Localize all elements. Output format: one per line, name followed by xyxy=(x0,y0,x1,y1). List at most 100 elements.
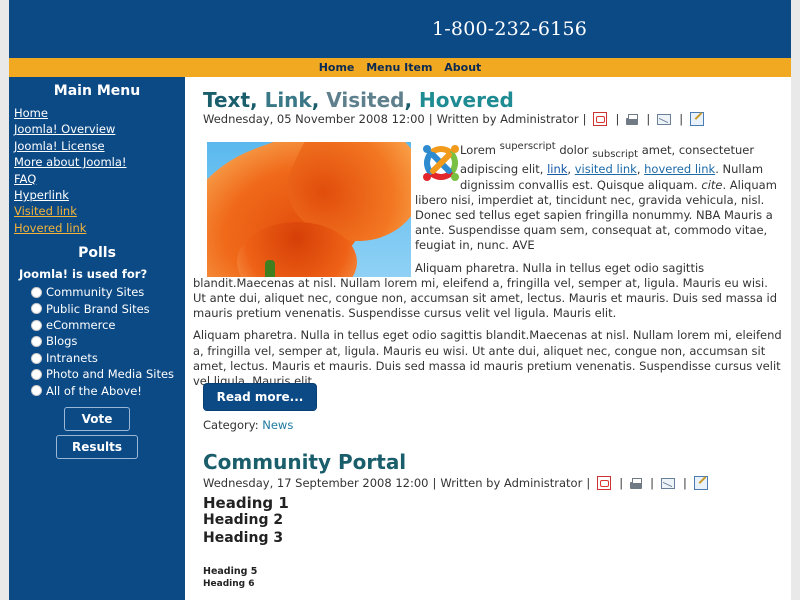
poll-option[interactable]: Blogs xyxy=(31,333,185,349)
article-author: Written by Administrator xyxy=(440,476,583,490)
top-nav: Home Menu Item About xyxy=(9,58,791,77)
radio-button[interactable] xyxy=(31,385,42,397)
poll-option-label: Intranets xyxy=(46,350,98,365)
superscript-text: superscript xyxy=(499,141,556,152)
print-icon[interactable] xyxy=(626,113,639,125)
poll-option[interactable]: Photo and Media Sites xyxy=(31,366,185,382)
menu-link-visited[interactable]: Visited link xyxy=(14,204,77,218)
poll-option[interactable]: eCommerce xyxy=(31,317,185,333)
nav-menu-item[interactable]: Menu Item xyxy=(366,61,432,74)
poll-option-label: Photo and Media Sites xyxy=(46,367,175,382)
page-frame: 1-800-232-6156 Home Menu Item About Main… xyxy=(9,0,791,600)
article-date: Wednesday, 17 September 2008 12:00 xyxy=(203,476,429,490)
vote-button[interactable]: Vote xyxy=(64,407,130,432)
category-link[interactable]: News xyxy=(262,418,293,432)
nav-about[interactable]: About xyxy=(444,61,481,74)
email-icon[interactable] xyxy=(660,477,675,489)
title-part-visited: Visited xyxy=(326,88,405,112)
meta-separator: | xyxy=(619,476,624,490)
heading-3: Heading 3 xyxy=(203,530,284,546)
header-bar: 1-800-232-6156 xyxy=(9,0,791,58)
heading-2: Heading 2 xyxy=(203,512,284,528)
pdf-icon[interactable] xyxy=(597,476,612,490)
meta-separator: | xyxy=(615,112,620,126)
radio-button[interactable] xyxy=(31,368,42,380)
meta-separator: | xyxy=(679,112,684,126)
results-button[interactable]: Results xyxy=(56,435,138,460)
menu-item: Visited link xyxy=(14,203,185,219)
poll-option-label: Community Sites xyxy=(46,285,145,300)
meta-separator: | xyxy=(582,112,587,126)
print-icon[interactable] xyxy=(630,477,643,489)
title-part-link: Link xyxy=(264,88,312,112)
poll-options: Community Sites Public Brand Sites eComm… xyxy=(9,284,185,399)
sidebar: Main Menu Home Joomla! Overview Joomla! … xyxy=(9,77,185,600)
article-body: Lorem superscript dolor subscript amet, … xyxy=(193,139,783,396)
menu-link-more-about[interactable]: More about Joomla! xyxy=(14,155,127,169)
main-content: Text, Link, Visited, Hovered Wednesday, … xyxy=(193,77,785,600)
poll-option[interactable]: Public Brand Sites xyxy=(31,301,185,317)
inline-hovered-link[interactable]: hovered link xyxy=(644,162,715,176)
radio-button[interactable] xyxy=(31,303,42,315)
title-comma: , xyxy=(311,88,327,112)
menu-item: Joomla! Overview xyxy=(14,121,185,137)
heading-6: Heading 6 xyxy=(203,579,255,589)
email-icon[interactable] xyxy=(657,113,672,125)
heading-1: Heading 1 xyxy=(203,494,289,512)
article-category: Category: News xyxy=(203,418,293,432)
logo-spacer xyxy=(415,139,460,179)
polls-title: Polls xyxy=(78,245,116,262)
poll-question: Joomla! is used for? xyxy=(19,267,148,282)
menu-item: Hyperlink xyxy=(14,187,185,203)
photo-spacer xyxy=(193,139,415,275)
subscript-text: subscript xyxy=(592,149,639,161)
p1-text: dolor xyxy=(555,142,593,157)
paragraph-3: Aliquam pharetra. Nulla in tellus eget o… xyxy=(193,328,782,388)
menu-link-home[interactable]: Home xyxy=(14,106,48,120)
radio-button[interactable] xyxy=(31,336,42,348)
menu-link-faq[interactable]: FAQ xyxy=(14,172,36,186)
menu-link-hyperlink[interactable]: Hyperlink xyxy=(14,188,69,202)
poll-option-label: All of the Above! xyxy=(46,383,142,398)
title-part-hovered: Hovered xyxy=(419,88,514,112)
radio-button[interactable] xyxy=(31,319,42,331)
poll-option[interactable]: Intranets xyxy=(31,350,185,366)
menu-item: Home xyxy=(14,105,185,121)
article-1-header: Text, Link, Visited, Hovered Wednesday, … xyxy=(203,77,783,126)
nav-home[interactable]: Home xyxy=(319,61,355,74)
article-date: Wednesday, 05 November 2008 12:00 xyxy=(203,112,425,126)
title-part-text: Text xyxy=(203,88,251,112)
pdf-icon[interactable] xyxy=(593,112,608,126)
menu-link-license[interactable]: Joomla! License xyxy=(14,139,105,153)
menu-item: Hovered link xyxy=(14,220,185,236)
meta-separator: | xyxy=(646,112,651,126)
edit-icon[interactable] xyxy=(693,476,708,490)
menu-link-hovered[interactable]: Hovered link xyxy=(14,221,86,235)
inline-link[interactable]: link xyxy=(547,162,567,176)
poll-option-label: Public Brand Sites xyxy=(46,301,150,316)
poll-option-label: Blogs xyxy=(46,334,78,349)
poll-option-label: eCommerce xyxy=(46,318,116,333)
p1-text: Lorem xyxy=(460,142,500,157)
radio-button[interactable] xyxy=(31,352,42,364)
poll-option[interactable]: Community Sites xyxy=(31,284,185,300)
menu-link-overview[interactable]: Joomla! Overview xyxy=(14,122,115,136)
edit-icon[interactable] xyxy=(690,112,705,126)
category-label: Category: xyxy=(203,418,263,432)
article-title: Text, Link, Visited, Hovered xyxy=(203,89,783,111)
cite-text: cite xyxy=(701,177,723,192)
meta-separator: | xyxy=(586,476,591,490)
p1-text: , xyxy=(567,162,575,177)
title-comma: , xyxy=(404,88,420,112)
menu-item: FAQ xyxy=(14,171,185,187)
poll-option[interactable]: All of the Above! xyxy=(31,383,185,399)
inline-visited-link[interactable]: visited link xyxy=(575,162,637,176)
main-menu-title: Main Menu xyxy=(53,83,141,99)
phone-number: 1-800-232-6156 xyxy=(432,18,588,40)
menu-item: More about Joomla! xyxy=(14,154,185,170)
read-more-button[interactable]: Read more... xyxy=(203,383,317,411)
article-meta: Wednesday, 05 November 2008 12:00 | Writ… xyxy=(203,112,783,126)
radio-button[interactable] xyxy=(31,286,42,298)
meta-separator: | xyxy=(432,476,437,490)
title-comma: , xyxy=(250,88,265,112)
